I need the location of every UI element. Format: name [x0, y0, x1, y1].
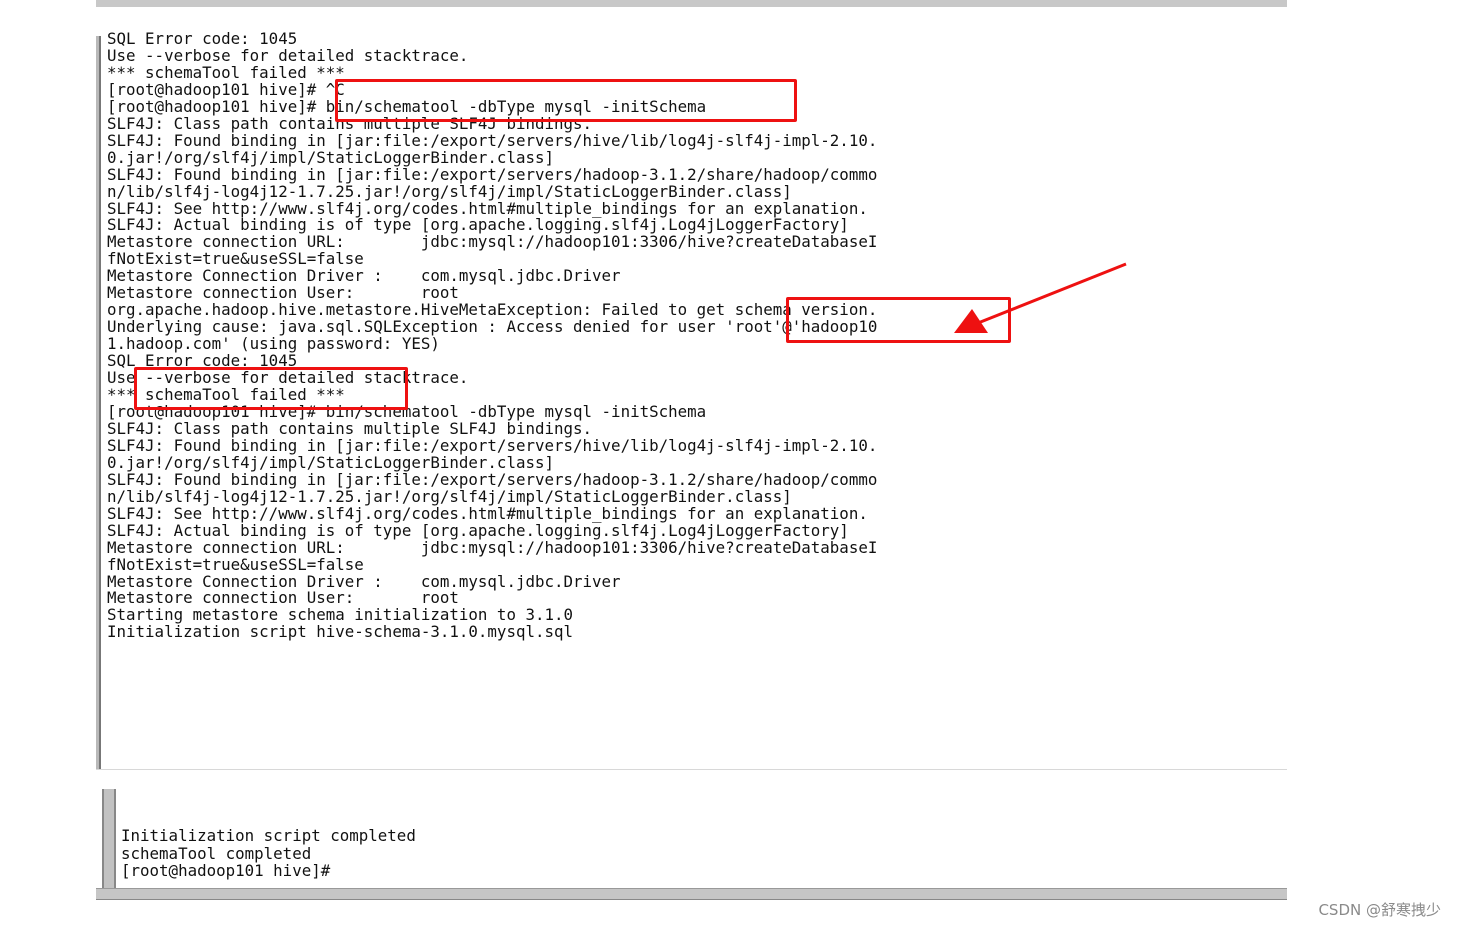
terminal-left-scroll-edge [96, 36, 101, 769]
window-bottom-border [96, 888, 1287, 900]
watermark-text: CSDN @舒寒拽少 [1318, 901, 1441, 919]
highlight-box-schematool-failed [134, 367, 408, 410]
annotation-arrow-icon [954, 262, 1127, 333]
terminal-tail-text: Initialization script completed schemaTo… [121, 826, 416, 880]
highlight-box-schematool-command [335, 79, 797, 122]
terminal-tail-left-edge [102, 789, 116, 893]
terminal-output-text: SQL Error code: 1045 Use --verbose for d… [107, 29, 878, 642]
